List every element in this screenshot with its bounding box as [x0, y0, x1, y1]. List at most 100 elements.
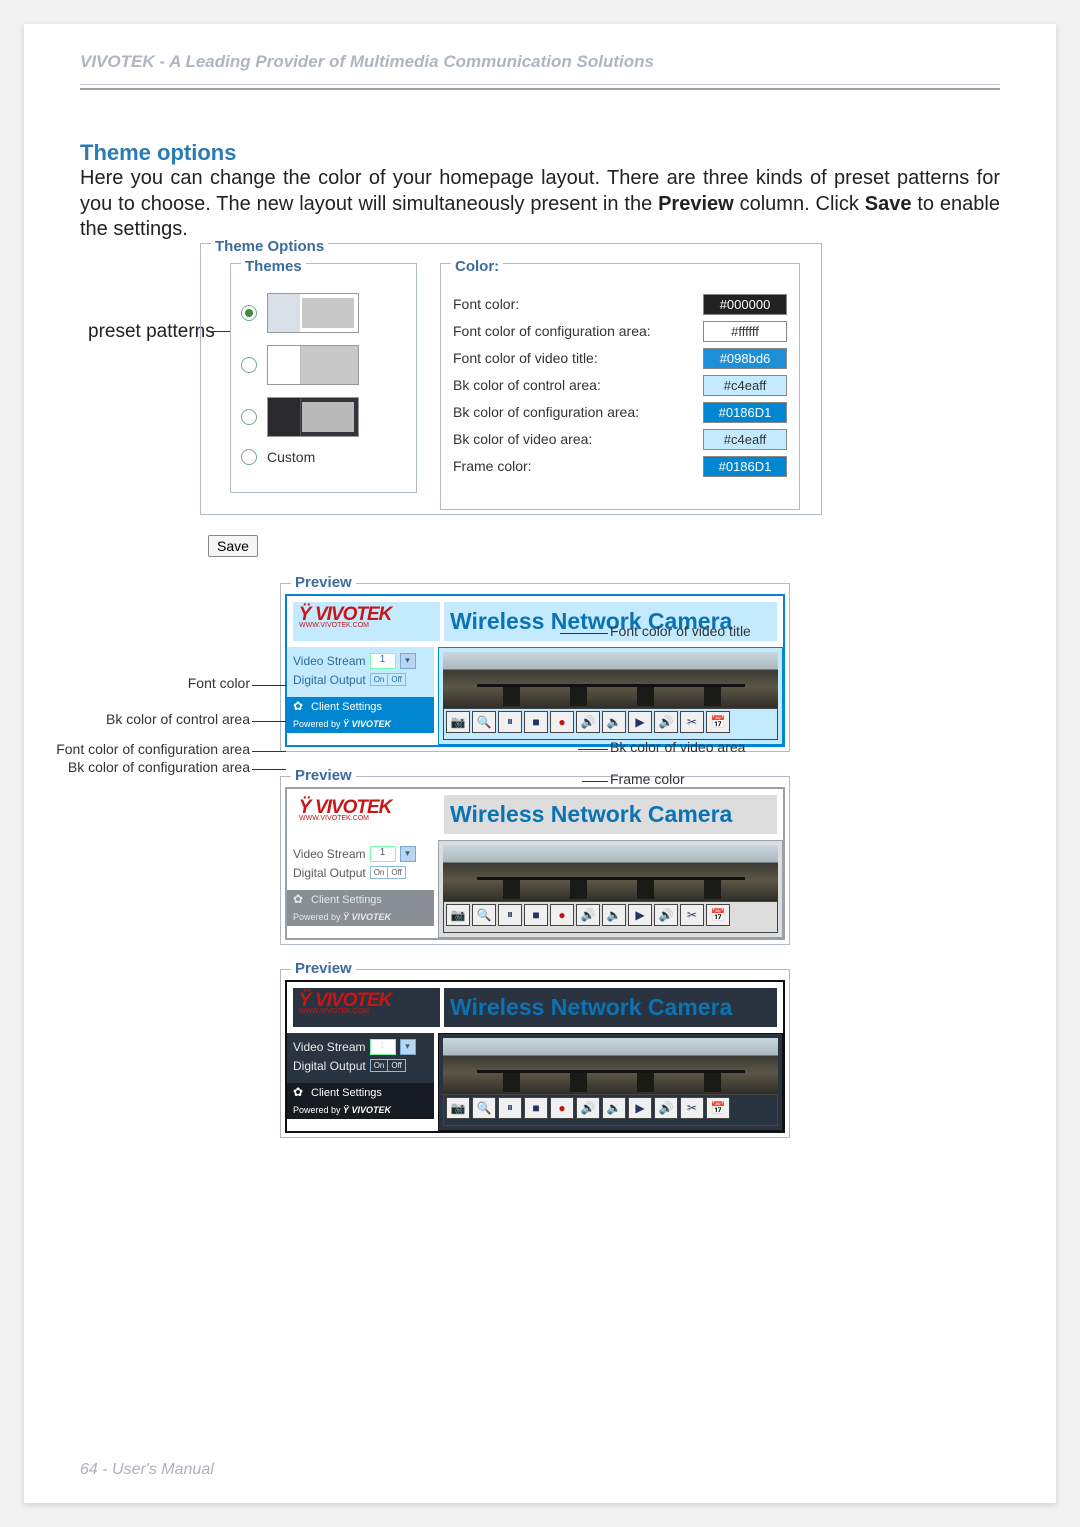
toolbar-button[interactable]: 🔊 [654, 1097, 678, 1119]
themes-fieldset: Themes Custom [230, 263, 417, 493]
radio-icon[interactable] [241, 357, 257, 373]
theme-option-1[interactable] [231, 287, 416, 339]
toolbar-button[interactable]: 🔍 [472, 711, 496, 733]
theme-option-3[interactable] [231, 391, 416, 443]
chevron-down-icon[interactable]: ▾ [400, 846, 416, 862]
theme-options-diagram: preset patterns Theme Options Themes [80, 243, 1000, 583]
brand-logo: Ÿ VIVOTEKWWW.VIVOTEK.COM [299, 992, 391, 1015]
color-row: Font color:#000000 [441, 291, 799, 318]
preview-legend: Preview [291, 767, 356, 784]
header-title: VIVOTEK - A Leading Provider of Multimed… [80, 52, 1000, 80]
toolbar-button[interactable]: ▶ [628, 1097, 652, 1119]
color-rows: Font color:#000000 Font color of configur… [441, 287, 799, 480]
preview-frame: Ÿ VIVOTEKWWW.VIVOTEK.COMWireless Network… [285, 594, 785, 747]
toolbar-button[interactable]: 📷 [446, 711, 470, 733]
on-off-toggle[interactable]: OnOff [370, 673, 406, 686]
color-row-label: Bk color of video area: [453, 431, 592, 447]
preview-fieldset: PreviewŸ VIVOTEKWWW.VIVOTEK.COMWireless … [280, 776, 790, 945]
toolbar-button[interactable]: ✂ [680, 904, 704, 926]
radio-icon[interactable] [241, 409, 257, 425]
toolbar-button[interactable]: ⏸ [498, 904, 522, 926]
control-column: Video Stream1▾Digital OutputOnOffClient … [287, 840, 434, 938]
on-label: On [371, 674, 388, 685]
radio-icon[interactable] [241, 305, 257, 321]
toolbar-button[interactable]: 🔊 [576, 904, 600, 926]
toolbar-button[interactable]: 📅 [706, 904, 730, 926]
color-legend: Color: [451, 258, 503, 275]
color-row-label: Bk color of configuration area: [453, 404, 639, 420]
toolbar-button[interactable]: ▶ [628, 711, 652, 733]
digital-output-row: Digital OutputOnOff [293, 1059, 428, 1073]
toolbar-button[interactable]: ✂ [680, 1097, 704, 1119]
video-stream-label: Video Stream [293, 654, 366, 668]
toolbar-button[interactable]: ⏸ [498, 1097, 522, 1119]
color-row-label: Font color of configuration area: [453, 323, 651, 339]
ann-bk-conf: Bk color of configuration area [10, 759, 250, 775]
client-settings-bar[interactable]: Client Settings [287, 890, 434, 910]
toolbar-button[interactable]: 🔈 [602, 711, 626, 733]
client-settings-bar[interactable]: Client Settings [287, 697, 434, 717]
intro-part2: column. Click [734, 193, 865, 215]
client-settings-label: Client Settings [311, 1087, 382, 1099]
video-stream-label: Video Stream [293, 1040, 366, 1054]
digital-output-row: Digital Output OnOff [293, 673, 428, 687]
color-row: Bk color of configuration area: #0186D1 [441, 399, 799, 426]
digital-output-row: Digital OutputOnOff [293, 866, 428, 880]
color-swatch[interactable]: #c4eaff [703, 429, 787, 450]
color-swatch[interactable]: #000000 [703, 294, 787, 315]
color-swatch[interactable]: #c4eaff [703, 375, 787, 396]
toolbar-button[interactable]: ■ [524, 711, 548, 733]
toolbar-button[interactable]: ▶ [628, 904, 652, 926]
theme-thumb-1 [267, 293, 359, 333]
color-swatch[interactable]: #0186D1 [703, 456, 787, 477]
toolbar-button[interactable]: ■ [524, 904, 548, 926]
toolbar-button[interactable]: 🔊 [654, 711, 678, 733]
toolbar-button[interactable]: ■ [524, 1097, 548, 1119]
video-stream-select[interactable]: 1 [370, 653, 396, 669]
control-column: Video Stream 1▾ Digital OutputOnOff Client … [287, 1033, 434, 1131]
chevron-down-icon[interactable]: ▾ [400, 1039, 416, 1055]
video-stream-select[interactable]: 1 [370, 846, 396, 862]
brand-logo: Ÿ VIVOTEKWWW.VIVOTEK.COM [299, 799, 391, 822]
toolbar-button[interactable]: 🔈 [602, 1097, 626, 1119]
toolbar-button[interactable]: ● [550, 904, 574, 926]
client-settings-bar[interactable]: Client Settings [287, 1083, 434, 1103]
toolbar-button[interactable]: 📷 [446, 904, 470, 926]
toolbar-button[interactable]: ✂ [680, 711, 704, 733]
toolbar-button[interactable]: 📅 [706, 1097, 730, 1119]
preview-legend: Preview [291, 960, 356, 977]
powered-brand: Ÿ VIVOTEK [343, 912, 391, 922]
color-swatch[interactable]: #098bd6 [703, 348, 787, 369]
content: Theme options Here you can change the co… [24, 100, 1056, 1303]
intro-bold2: Save [865, 193, 912, 215]
on-off-toggle[interactable]: OnOff [370, 866, 406, 879]
digital-output-label: Digital Output [293, 673, 366, 687]
chevron-down-icon[interactable]: ▾ [400, 653, 416, 669]
preview-fieldset: PreviewŸ VIVOTEKWWW.VIVOTEK.COMWireless … [280, 969, 790, 1138]
client-settings-label: Client Settings [311, 894, 382, 906]
color-swatch[interactable]: #0186D1 [703, 402, 787, 423]
toolbar-button[interactable]: ● [550, 711, 574, 733]
gear-icon [293, 1087, 305, 1099]
toolbar-button[interactable]: 🔈 [602, 904, 626, 926]
color-swatch[interactable]: #ffffff [703, 321, 787, 342]
toolbar-button[interactable]: 🔍 [472, 1097, 496, 1119]
on-off-toggle[interactable]: OnOff [370, 1059, 406, 1072]
toolbar-button[interactable]: ● [550, 1097, 574, 1119]
radio-icon[interactable] [241, 449, 257, 465]
toolbar-button[interactable]: 🔊 [654, 904, 678, 926]
toolbar-button[interactable]: 📷 [446, 1097, 470, 1119]
toolbar-button[interactable]: 🔊 [576, 711, 600, 733]
toolbar-button[interactable]: ⏸ [498, 711, 522, 733]
video-stream-select[interactable]: 1 [370, 1039, 396, 1055]
theme-option-custom[interactable]: Custom [231, 443, 416, 471]
toolbar-button[interactable]: 🔍 [472, 904, 496, 926]
theme-option-2[interactable] [231, 339, 416, 391]
powered-prefix: Powered by [293, 719, 343, 729]
toolbar-button[interactable]: 📅 [706, 711, 730, 733]
ann-bk-video: Bk color of video area [610, 739, 745, 755]
toolbar-button[interactable]: 🔊 [576, 1097, 600, 1119]
color-row: Bk color of video area: #c4eaff [441, 426, 799, 453]
save-button[interactable]: Save [208, 535, 258, 557]
video-area: 📷🔍⏸■●🔊🔈▶🔊✂📅 [438, 840, 783, 938]
